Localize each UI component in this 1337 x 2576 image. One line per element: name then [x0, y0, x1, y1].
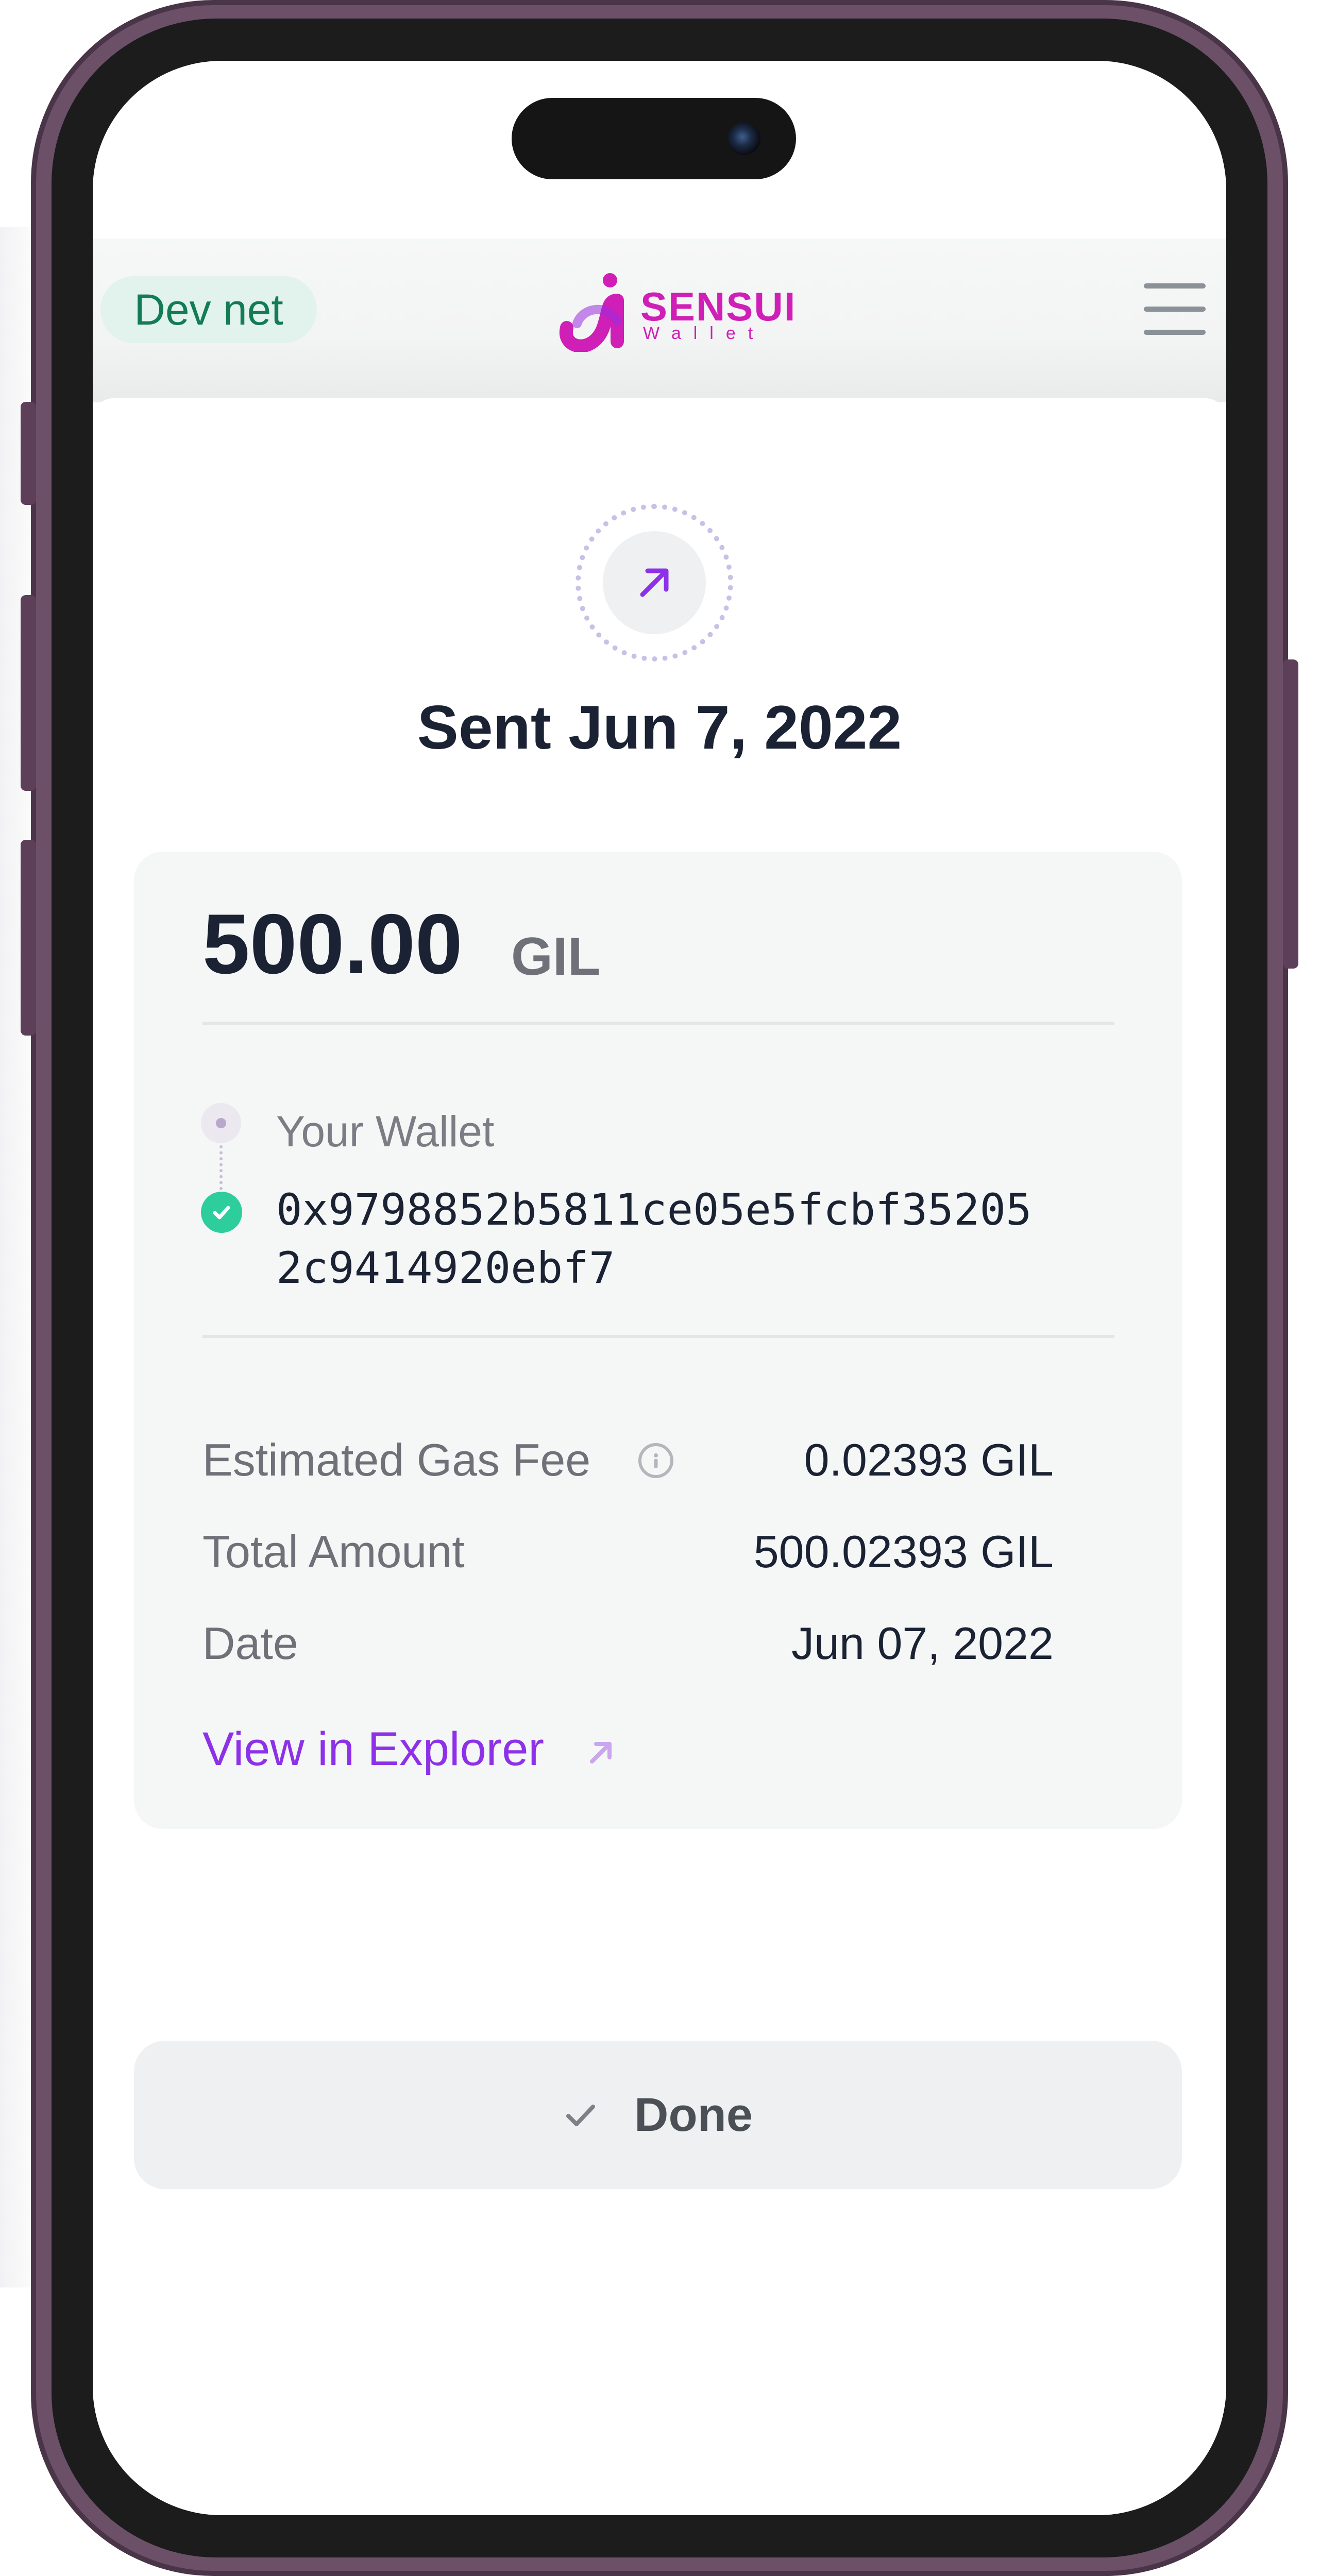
phone-screen: Dev net SENSUI Wallet Sent Jun 7, 2022 5… [93, 61, 1226, 2515]
view-in-explorer-link[interactable]: View in Explorer [202, 1722, 544, 1776]
checkmark-icon [566, 2105, 595, 2126]
gas-fee-label: Estimated Gas Fee [202, 1434, 591, 1485]
from-wallet-label: Your Wallet [276, 1107, 495, 1156]
amount-currency: GIL [511, 927, 601, 987]
network-badge[interactable]: Dev net [100, 276, 317, 343]
date-label: Date [202, 1618, 298, 1669]
power-button [1283, 659, 1298, 969]
amount-value: 500.00 [202, 896, 463, 991]
divider [202, 1022, 1114, 1025]
from-dot-center [216, 1118, 226, 1128]
camera-lens [727, 122, 760, 155]
volume-down-button [21, 840, 36, 1036]
network-label: Dev net [134, 285, 283, 334]
done-button-label: Done [634, 2088, 753, 2141]
transaction-card [134, 852, 1182, 1829]
check-circle-icon [201, 1192, 242, 1233]
transaction-title: Sent Jun 7, 2022 [417, 693, 902, 762]
arrow-up-right-icon [640, 568, 669, 597]
mute-switch [21, 402, 36, 505]
total-amount-label: Total Amount [202, 1526, 465, 1577]
gas-fee-value: 0.02393 GIL [804, 1434, 1054, 1485]
volume-up-button [21, 595, 36, 791]
recipient-address[interactable]: 0x9798852b5811ce05e5fcbf35205 2c9414920e… [276, 1181, 1126, 1297]
external-link-icon[interactable] [586, 1737, 617, 1768]
logo-subtext: Wallet [643, 324, 766, 343]
status-icon-circle [603, 531, 706, 634]
total-amount-value: 500.02393 GIL [753, 1526, 1054, 1577]
info-icon[interactable] [638, 1443, 673, 1478]
divider [202, 1335, 1114, 1338]
recipient-address-line: 0x9798852b5811ce05e5fcbf35205 [276, 1184, 1032, 1235]
done-button[interactable]: Done [134, 2041, 1182, 2189]
date-value: Jun 07, 2022 [791, 1618, 1054, 1669]
recipient-address-line: 2c9414920ebf7 [276, 1243, 615, 1293]
hamburger-menu-icon[interactable] [1144, 283, 1206, 335]
